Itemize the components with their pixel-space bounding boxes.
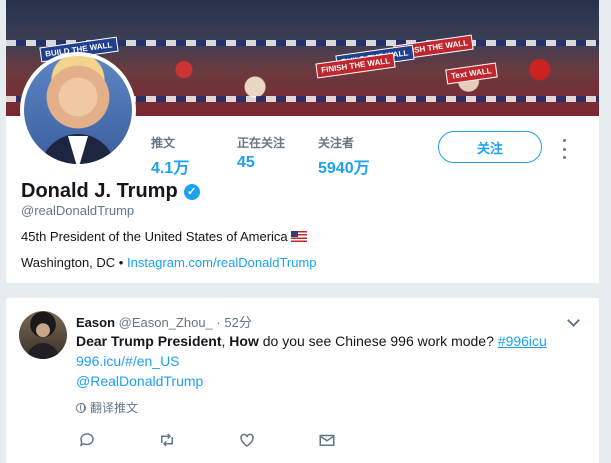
tweet-url-link[interactable]: 996.icu/#/en_US [76, 351, 547, 371]
separator: • [118, 255, 124, 270]
tweet-text: Dear Trump President, How do you see Chi… [76, 331, 547, 391]
us-flag-icon [290, 231, 307, 242]
direct-message-icon[interactable] [318, 431, 336, 449]
stat-label: 关注者 [318, 136, 355, 150]
profile-location: Washington, DC [21, 255, 116, 270]
profile-name-row: Donald J. Trump ✓ [21, 180, 200, 203]
tweet-author-name[interactable]: Eason [76, 315, 115, 330]
stat-value: 45 [237, 154, 255, 171]
profile-avatar[interactable] [20, 52, 136, 168]
tweet-time[interactable]: · 52分 [216, 315, 251, 330]
retweet-icon[interactable] [158, 431, 176, 449]
tweet-line-1: Dear Trump President, How do you see Chi… [76, 331, 547, 351]
profile-handle: @realDonaldTrump [21, 203, 135, 218]
tweet-mention-link[interactable]: @RealDonaldTrump [76, 371, 547, 391]
tweet-card[interactable]: Eason @Eason_Zhou_ · 52分 Dear Trump Pres… [6, 298, 599, 463]
stat-following[interactable]: 正在关注 45 [237, 134, 285, 172]
profile-website-link[interactable]: Instagram.com/realDonaldTrump [127, 255, 317, 270]
follow-button[interactable]: 关注 [438, 131, 542, 163]
profile-bio: 45th President of the United States of A… [21, 229, 307, 244]
banner-sign: Text WALL [445, 62, 498, 85]
profile-location-row: Washington, DC • Instagram.com/realDonal… [21, 255, 317, 270]
translate-label: 翻译推文 [90, 401, 139, 415]
chevron-down-icon[interactable] [567, 314, 580, 327]
tweet-bold-text: Dear Trump President [76, 333, 222, 349]
reply-icon[interactable] [78, 431, 96, 449]
tweet-comma: , [221, 333, 226, 349]
stat-value: 5940万 [318, 160, 370, 177]
profile-name: Donald J. Trump [21, 180, 178, 202]
translate-tweet-button[interactable]: 翻译推文 [76, 399, 138, 416]
stat-tweets[interactable]: 推文 4.1万 [151, 134, 189, 178]
tweet-rest: do you see Chinese 996 work mode? [258, 333, 494, 349]
verified-badge-icon: ✓ [183, 183, 200, 200]
more-options-icon[interactable] [558, 139, 570, 159]
tweet-author-avatar[interactable] [19, 311, 67, 359]
tweet-how: How [229, 333, 259, 349]
stat-value: 4.1万 [151, 160, 190, 177]
stat-label: 推文 [151, 136, 176, 150]
stat-followers[interactable]: 关注者 5940万 [318, 134, 370, 178]
bio-text: 45th President of the United States of A… [21, 229, 288, 244]
tweet-hashtag-link[interactable]: #996icu [498, 333, 547, 349]
tweet-header: Eason @Eason_Zhou_ · 52分 [76, 312, 252, 331]
like-heart-icon[interactable] [238, 431, 256, 449]
stat-label: 正在关注 [237, 136, 286, 150]
avatar-body [27, 343, 59, 359]
tweet-author-handle[interactable]: @Eason_Zhou_ [119, 315, 213, 330]
globe-icon [76, 402, 86, 413]
profile-card: BUILD THE WALL FINISH THE WALL BUILD THE… [6, 0, 599, 283]
